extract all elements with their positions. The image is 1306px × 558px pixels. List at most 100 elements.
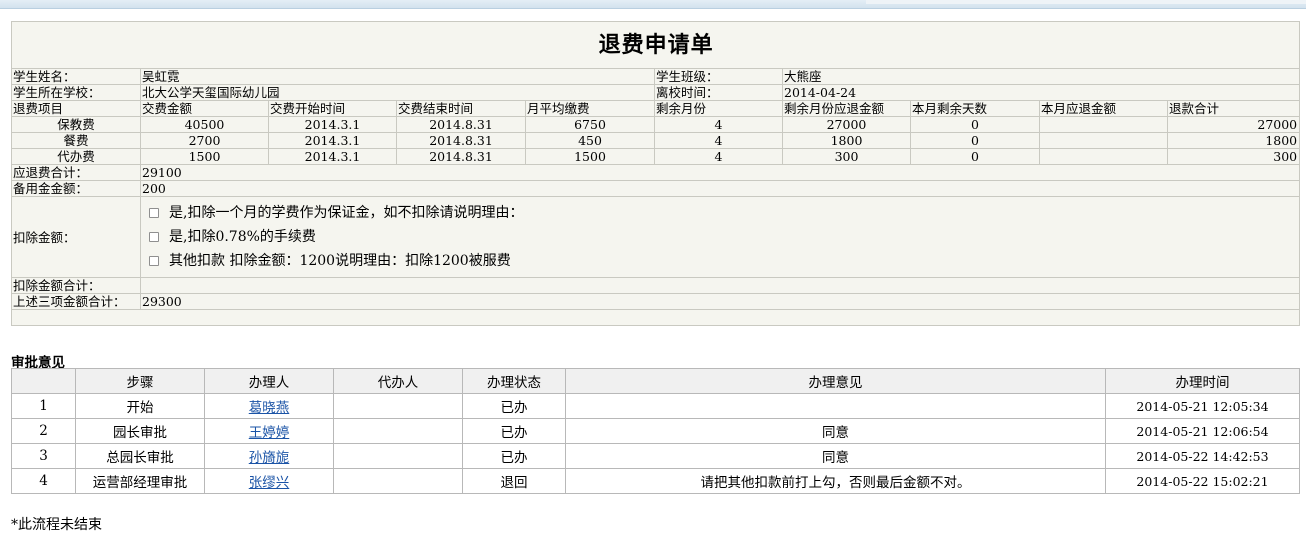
deduction-option-label: 是,扣除0.78%的手续费 (169, 228, 316, 245)
approval-cell-time: 2014-05-22 14:42:53 (1105, 443, 1300, 469)
deduction-checkbox[interactable] (149, 208, 159, 218)
fee-header-cell: 交费开始时间 (268, 100, 397, 117)
approval-cell-step: 开始 (75, 393, 205, 419)
leave-date-value: 2014-04-24 (781, 84, 1301, 101)
approval-cell-step: 运营部经理审批 (75, 468, 205, 494)
fee-header-cell: 交费结束时间 (396, 100, 526, 117)
workflow-status-note: *此流程未结束 (11, 517, 102, 533)
fee-cell-start: 2014.3.1 (268, 132, 397, 149)
fee-header-cell: 本月剩余天数 (910, 100, 1040, 117)
fee-cell-total: 300 (1166, 148, 1301, 165)
fee-cell-item: 餐费 (11, 132, 141, 149)
fee-cell-end: 2014.8.31 (396, 116, 526, 133)
fee-cell-amount: 40500 (140, 116, 269, 133)
school-label: 学生所在学校： (11, 84, 141, 101)
student-name-value: 吴虹霓 (140, 68, 655, 85)
approval-header-cell: 步骤 (75, 368, 205, 394)
approval-header-row: 步骤 办理人 代办人 办理状态 办理意见 办理时间 (11, 368, 1300, 394)
refundable-total-value: 29100 (139, 164, 1301, 181)
approval-header-cell: 办理时间 (1105, 368, 1300, 394)
deduction-total-label: 扣除金额合计： (11, 277, 141, 294)
approval-cell-no: 3 (11, 443, 76, 469)
form-title: 退费申请单 (10, 21, 1301, 69)
approval-header-cell: 代办人 (333, 368, 463, 394)
handler-link[interactable]: 张缪兴 (249, 475, 290, 491)
handler-link[interactable]: 葛晓燕 (249, 400, 290, 416)
fee-row: 保教费 40500 2014.3.1 2014.8.31 6750 4 27000 0 2700… (11, 116, 1301, 133)
fee-cell-monthly: 1500 (525, 148, 655, 165)
deduction-total-value (139, 277, 1301, 294)
fee-cell-amount: 2700 (140, 132, 269, 149)
fee-cell-months-refund: 300 (782, 148, 911, 165)
fee-cell-months-left: 4 (654, 132, 783, 149)
approval-table: 步骤 办理人 代办人 办理状态 办理意见 办理时间 1 开始 葛晓燕 已办 2014-05-21 … (11, 368, 1300, 494)
fee-cell-start: 2014.3.1 (268, 148, 397, 165)
fee-header-cell: 退款合计 (1166, 100, 1301, 117)
fee-row: 餐费 2700 2014.3.1 2014.8.31 450 4 1800 0 1800 (11, 132, 1301, 149)
fee-header-cell: 交费金额 (140, 100, 269, 117)
refundable-total-label: 应退费合计： (11, 164, 141, 181)
deduction-option-label: 是,扣除一个月的学费作为保证金，如不扣除请说明理由： (169, 204, 524, 221)
fee-cell-total: 27000 (1166, 116, 1301, 133)
approval-cell-status: 退回 (462, 468, 566, 494)
fee-cell-amount: 1500 (140, 148, 269, 165)
deduction-option: 是,扣除一个月的学费作为保证金，如不扣除请说明理由： (142, 201, 1299, 225)
approval-cell-status: 已办 (462, 443, 566, 469)
approval-row: 2 园长审批 王婷婷 已办 同意 2014-05-21 12:06:54 (11, 418, 1300, 444)
fee-cell-month-refund (1039, 132, 1168, 149)
fee-cell-monthly: 450 (525, 132, 655, 149)
handler-link[interactable]: 孙旖旎 (249, 450, 290, 466)
fee-cell-month-refund (1039, 148, 1168, 165)
class-label: 学生班级： (654, 68, 783, 85)
approval-cell-handler: 孙旖旎 (204, 443, 334, 469)
reserve-amount-value: 200 (139, 180, 1301, 197)
approval-cell-proxy (333, 443, 463, 469)
approval-cell-proxy (333, 468, 463, 494)
approval-cell-opinion: 同意 (565, 443, 1106, 469)
fee-header-cell: 月平均缴费 (525, 100, 655, 117)
fee-row: 代办费 1500 2014.3.1 2014.8.31 1500 4 300 0 300 (11, 148, 1301, 165)
approval-cell-handler: 张缪兴 (204, 468, 334, 494)
grand-total-label: 上述三项金额合计： (11, 293, 141, 310)
deduction-options: 是,扣除一个月的学费作为保证金，如不扣除请说明理由： 是,扣除0.78%的手续费其… (139, 196, 1301, 278)
approval-cell-no: 4 (11, 468, 76, 494)
fee-cell-total: 1800 (1166, 132, 1301, 149)
browser-tab-strip (866, 0, 1306, 4)
approval-cell-time: 2014-05-21 12:05:34 (1105, 393, 1300, 419)
fee-cell-monthly: 6750 (525, 116, 655, 133)
approval-row: 4 运营部经理审批 张缪兴 退回 请把其他扣款前打上勾，否则最后金额不对。 2014-05… (11, 468, 1300, 494)
reserve-amount-label: 备用金金额： (11, 180, 141, 197)
student-name-label: 学生姓名： (11, 68, 141, 85)
deduction-checkbox[interactable] (149, 232, 159, 242)
deduction-option: 是,扣除0.78%的手续费 (142, 225, 1299, 249)
fee-cell-months-left: 4 (654, 116, 783, 133)
deduction-checkbox[interactable] (149, 256, 159, 266)
fee-cell-months-left: 4 (654, 148, 783, 165)
handler-link[interactable]: 王婷婷 (249, 425, 290, 441)
fee-cell-days-left: 0 (910, 148, 1040, 165)
fee-cell-end: 2014.8.31 (396, 132, 526, 149)
approval-cell-opinion: 请把其他扣款前打上勾，否则最后金额不对。 (565, 468, 1106, 494)
approval-cell-step: 园长审批 (75, 418, 205, 444)
approval-header-cell: 办理人 (204, 368, 334, 394)
fee-cell-item: 代办费 (11, 148, 141, 165)
fee-header-row: 退费项目 交费金额 交费开始时间 交费结束时间 月平均缴费 剩余月份 剩余月份应退金额 本月剩… (11, 100, 1301, 117)
fee-cell-item: 保教费 (11, 116, 141, 133)
browser-top-bar (0, 0, 1306, 9)
approval-header-cell: 办理状态 (462, 368, 566, 394)
approval-cell-status: 已办 (462, 418, 566, 444)
fee-cell-months-refund: 1800 (782, 132, 911, 149)
approval-row: 1 开始 葛晓燕 已办 2014-05-21 12:05:34 (11, 393, 1300, 419)
fee-header-cell: 剩余月份应退金额 (782, 100, 911, 117)
fee-header-cell: 退费项目 (11, 100, 141, 117)
fee-header-cell: 剩余月份 (654, 100, 783, 117)
approval-cell-time: 2014-05-22 15:02:21 (1105, 468, 1300, 494)
deduction-label: 扣除金额： (11, 196, 141, 278)
approval-row: 3 总园长审批 孙旖旎 已办 同意 2014-05-22 14:42:53 (11, 443, 1300, 469)
fee-cell-start: 2014.3.1 (268, 116, 397, 133)
approval-cell-proxy (333, 418, 463, 444)
approval-cell-step: 总园长审批 (75, 443, 205, 469)
form-bottom-spacer (10, 309, 1301, 326)
fee-cell-days-left: 0 (910, 116, 1040, 133)
class-value: 大熊座 (781, 68, 1301, 85)
